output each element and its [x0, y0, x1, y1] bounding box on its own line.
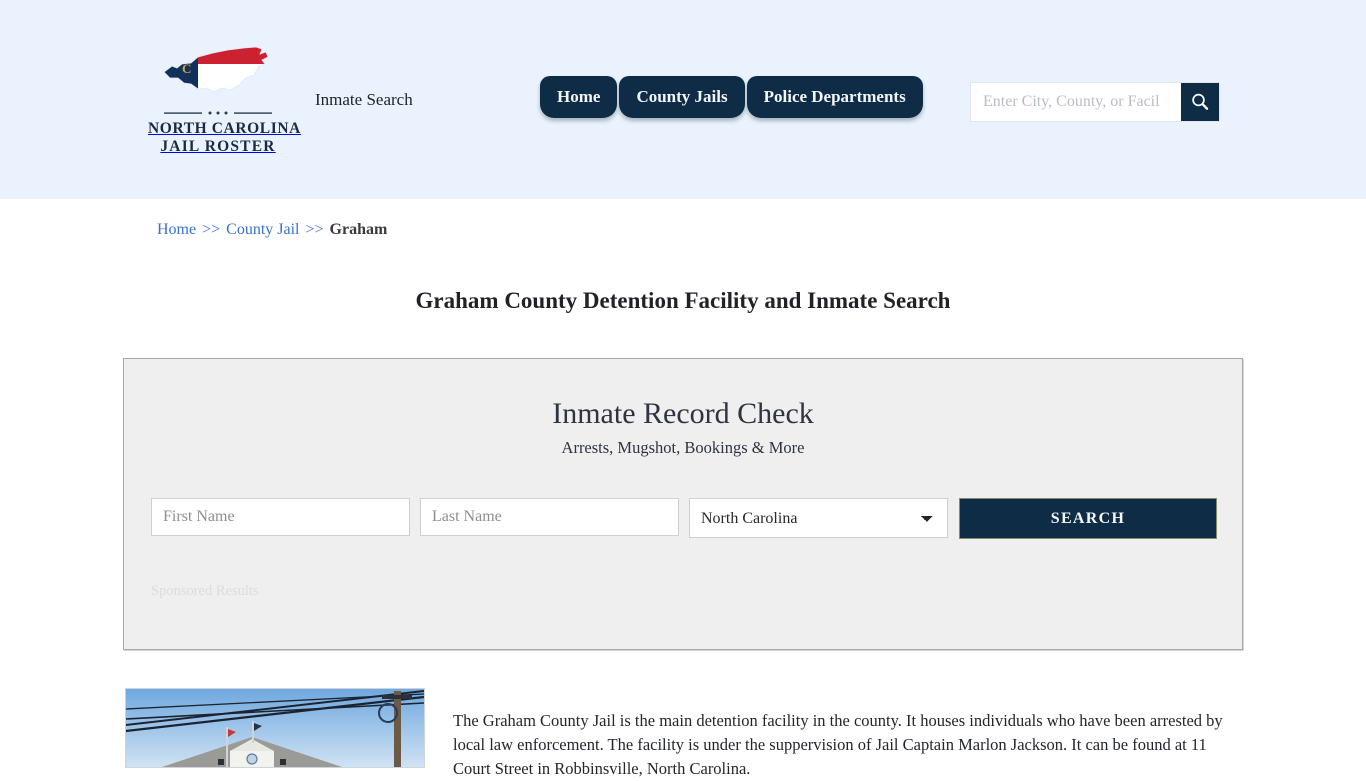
- header-inner: C NORTH CAROLINA JAIL ROSTER Inmate Sear…: [0, 0, 1366, 199]
- graham-county-courthouse-photo-icon: [126, 689, 424, 767]
- nav-police-departments[interactable]: Police Departments: [746, 76, 923, 118]
- facility-photo: [125, 688, 425, 768]
- inmate-search-form: North Carolina SEARCH: [151, 498, 1217, 539]
- breadcrumb: Home >> County Jail >> Graham: [157, 221, 387, 239]
- breadcrumb-separator-2: >>: [305, 221, 324, 238]
- panel-title: Inmate Record Check: [552, 397, 814, 430]
- last-name-input[interactable]: [420, 498, 679, 536]
- north-carolina-state-map-icon: C: [163, 46, 269, 93]
- nav-county-jails[interactable]: County Jails: [619, 76, 745, 118]
- logo-line-2: JAIL ROSTER: [160, 138, 276, 155]
- page-title: Graham County Detention Facility and Inm…: [415, 288, 951, 314]
- header-search-button[interactable]: [1181, 83, 1219, 121]
- breadcrumb-current: Graham: [329, 221, 388, 238]
- sponsored-results-label: Sponsored Results: [151, 583, 259, 599]
- site-tagline: Inmate Search: [315, 90, 413, 109]
- logo-divider-icon: [164, 111, 272, 115]
- breadcrumb-county-jail[interactable]: County Jail: [226, 221, 299, 238]
- panel-subtitle: Arrests, Mugshot, Bookings & More: [561, 438, 805, 457]
- svg-text:C: C: [182, 61, 191, 76]
- first-name-input[interactable]: [151, 498, 410, 536]
- state-select[interactable]: North Carolina: [689, 498, 948, 538]
- main-navigation: Home County Jails Police Departments: [540, 76, 923, 118]
- facility-description: The Graham County Jail is the main deten…: [453, 710, 1223, 778]
- site-header: C NORTH CAROLINA JAIL ROSTER Inmate Sear…: [0, 0, 1366, 199]
- header-search-box: [970, 82, 1220, 122]
- breadcrumb-separator-1: >>: [202, 221, 221, 238]
- search-submit-button[interactable]: SEARCH: [959, 498, 1217, 539]
- logo-line-1: NORTH CAROLINA: [148, 120, 301, 137]
- site-logo[interactable]: C NORTH CAROLINA JAIL ROSTER: [148, 42, 301, 156]
- header-search-input[interactable]: [971, 83, 1181, 121]
- inmate-record-check-panel: Inmate Record Check Arrests, Mugshot, Bo…: [123, 358, 1243, 650]
- logo-text: NORTH CAROLINA JAIL ROSTER: [148, 120, 301, 156]
- search-icon: [1192, 93, 1209, 110]
- breadcrumb-home[interactable]: Home: [157, 221, 196, 238]
- nav-home[interactable]: Home: [540, 76, 618, 118]
